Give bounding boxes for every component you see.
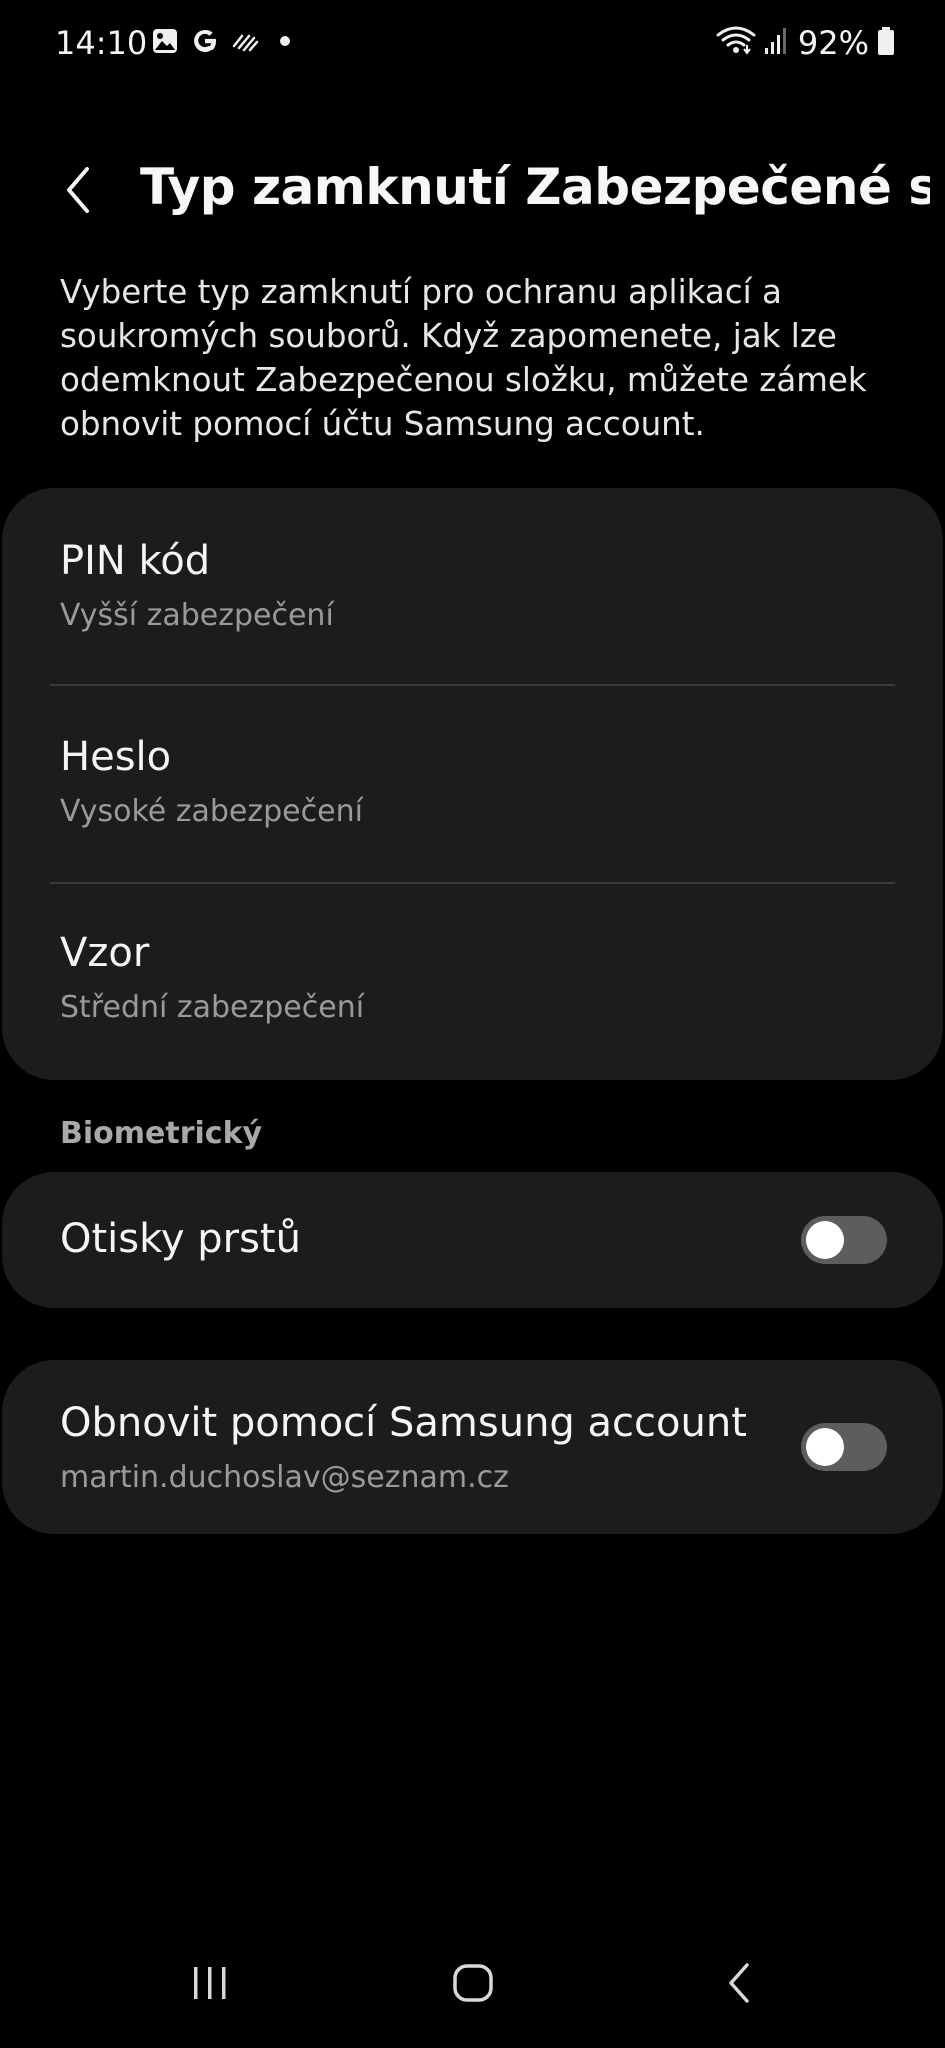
gallery-icon bbox=[150, 26, 180, 56]
battery-percentage: 92% bbox=[797, 24, 869, 62]
option-title: Heslo bbox=[60, 734, 172, 780]
dot-icon bbox=[270, 26, 300, 56]
samsung-account-email: martin.duchoslav@seznam.cz bbox=[60, 1460, 509, 1495]
option-title: PIN kód bbox=[60, 538, 211, 584]
option-subtitle: Vysoké zabezpečení bbox=[60, 794, 363, 829]
toggle-knob bbox=[806, 1428, 844, 1466]
description-text: Vyberte typ zamknutí pro ochranu aplikac… bbox=[60, 273, 867, 443]
back-icon bbox=[729, 1963, 749, 2003]
signal-icon bbox=[764, 26, 790, 60]
home-button[interactable] bbox=[433, 1943, 513, 2023]
back-button[interactable] bbox=[50, 162, 106, 218]
app-bar: Typ zamknutí Zabezpečené slo... bbox=[0, 150, 945, 230]
recents-icon bbox=[194, 1967, 226, 1999]
recents-button[interactable] bbox=[170, 1943, 250, 2023]
lock-option-pin[interactable]: PIN kód Vyšší zabezpečení bbox=[2, 488, 943, 685]
fingerprint-toggle[interactable] bbox=[801, 1216, 887, 1264]
google-icon bbox=[190, 26, 220, 56]
home-icon bbox=[453, 1964, 493, 2002]
lock-type-card: PIN kód Vyšší zabezpečení Heslo Vysoké z… bbox=[2, 488, 943, 1080]
fingerprint-row[interactable]: Otisky prstů bbox=[2, 1172, 943, 1308]
page-title: Typ zamknutí Zabezpečené slo... bbox=[140, 158, 930, 216]
data-saver-icon bbox=[230, 26, 260, 56]
option-title: Vzor bbox=[60, 930, 150, 976]
system-status-icons: 92% bbox=[716, 24, 895, 62]
fingerprint-label: Otisky prstů bbox=[60, 1216, 301, 1262]
toggle-knob bbox=[806, 1221, 844, 1259]
navigation-bar bbox=[0, 1918, 945, 2048]
nav-back-button[interactable] bbox=[699, 1943, 779, 2023]
wifi-icon bbox=[716, 25, 756, 61]
lock-option-pattern[interactable]: Vzor Střední zabezpečení bbox=[2, 884, 943, 1081]
samsung-recovery-row[interactable]: Obnovit pomocí Samsung account martin.du… bbox=[2, 1360, 943, 1534]
lock-option-password[interactable]: Heslo Vysoké zabezpečení bbox=[2, 686, 943, 883]
status-time: 14:10 bbox=[55, 24, 148, 62]
notification-icons bbox=[150, 26, 300, 56]
battery-icon bbox=[877, 26, 895, 60]
samsung-recovery-title: Obnovit pomocí Samsung account bbox=[60, 1400, 747, 1446]
option-subtitle: Vyšší zabezpečení bbox=[60, 598, 334, 633]
samsung-recovery-toggle[interactable] bbox=[801, 1423, 887, 1471]
section-label-biometric: Biometrický bbox=[60, 1116, 263, 1151]
chevron-left-icon bbox=[67, 167, 89, 213]
status-bar: 14:10 92% bbox=[0, 0, 945, 90]
option-subtitle: Střední zabezpečení bbox=[60, 990, 365, 1025]
